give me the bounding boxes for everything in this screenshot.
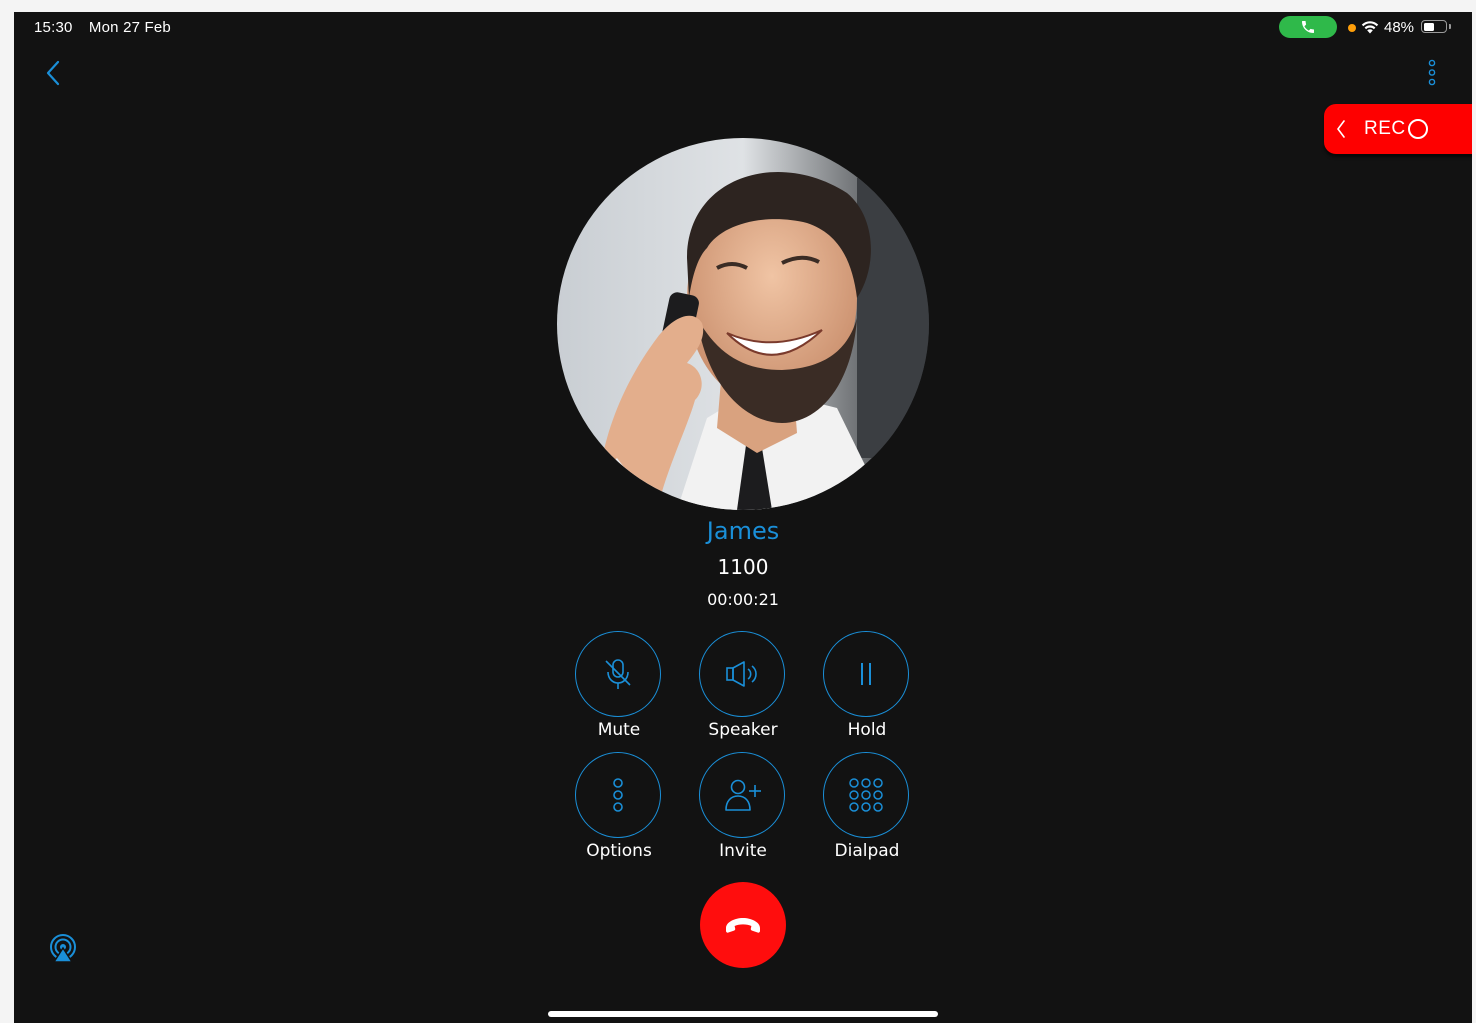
invite-button[interactable]: Invite [681,752,805,872]
phone-icon [1302,21,1314,33]
airplay-icon [50,934,76,963]
dialpad-button-circle[interactable] [823,752,909,838]
mute-button[interactable]: Mute [557,631,681,751]
caller-photo [557,138,929,510]
phone-hangup-icon [726,918,760,933]
chevron-left-icon [1337,120,1345,138]
mute-label: Mute [597,720,641,740]
battery-percentage: 48% [1384,19,1415,36]
invite-label: Invite [719,841,767,861]
battery-icon [1421,20,1447,33]
active-call-pill[interactable] [1279,16,1337,38]
speaker-button-circle[interactable] [699,631,785,717]
hold-button-circle[interactable] [823,631,909,717]
status-date: Mon 27 Feb [88,19,171,36]
privacy-indicator-dot [1348,24,1356,32]
airplay-button[interactable] [48,934,78,964]
recording-tab[interactable]: REC [1324,104,1472,154]
options-button[interactable]: Options [557,752,681,872]
add-user-icon [725,779,761,811]
home-indicator[interactable] [548,1011,938,1017]
chevron-left-icon [46,60,60,86]
call-duration: 00:00:21 [707,590,779,609]
mute-button-circle[interactable] [575,631,661,717]
caller-number: 1100 [717,555,769,579]
hangup-button[interactable] [700,882,786,968]
record-icon [1407,119,1428,139]
status-time: 15:30 [34,19,73,36]
dialpad-button[interactable]: Dialpad [805,752,929,872]
status-bar-datetime: 15:30 Mon 27 Feb [34,19,183,36]
caller-name: James [706,517,780,545]
speaker-label: Speaker [708,720,778,740]
speaker-icon [726,661,757,687]
options-label: Options [586,841,652,861]
call-screen: 15:30 Mon 27 Feb 48% REC James 1100 00:0… [14,12,1472,1023]
hold-button[interactable]: Hold [805,631,929,751]
dialpad-label: Dialpad [834,841,900,861]
invite-button-circle[interactable] [699,752,785,838]
speaker-button[interactable]: Speaker [681,631,805,751]
dialpad-icon [849,778,883,812]
vertical-dots-icon [1428,59,1436,86]
battery-cap [1449,24,1451,29]
caller-avatar [557,138,929,510]
back-button[interactable] [42,58,66,88]
wifi-icon [1361,21,1379,34]
hold-label: Hold [847,720,887,740]
vertical-dots-icon [613,778,623,812]
pause-icon [861,663,871,685]
options-button-circle[interactable] [575,752,661,838]
more-options-button[interactable] [1422,58,1442,88]
recording-label: REC [1364,118,1406,139]
battery-level-fill [1423,22,1434,31]
microphone-off-icon [605,659,631,689]
